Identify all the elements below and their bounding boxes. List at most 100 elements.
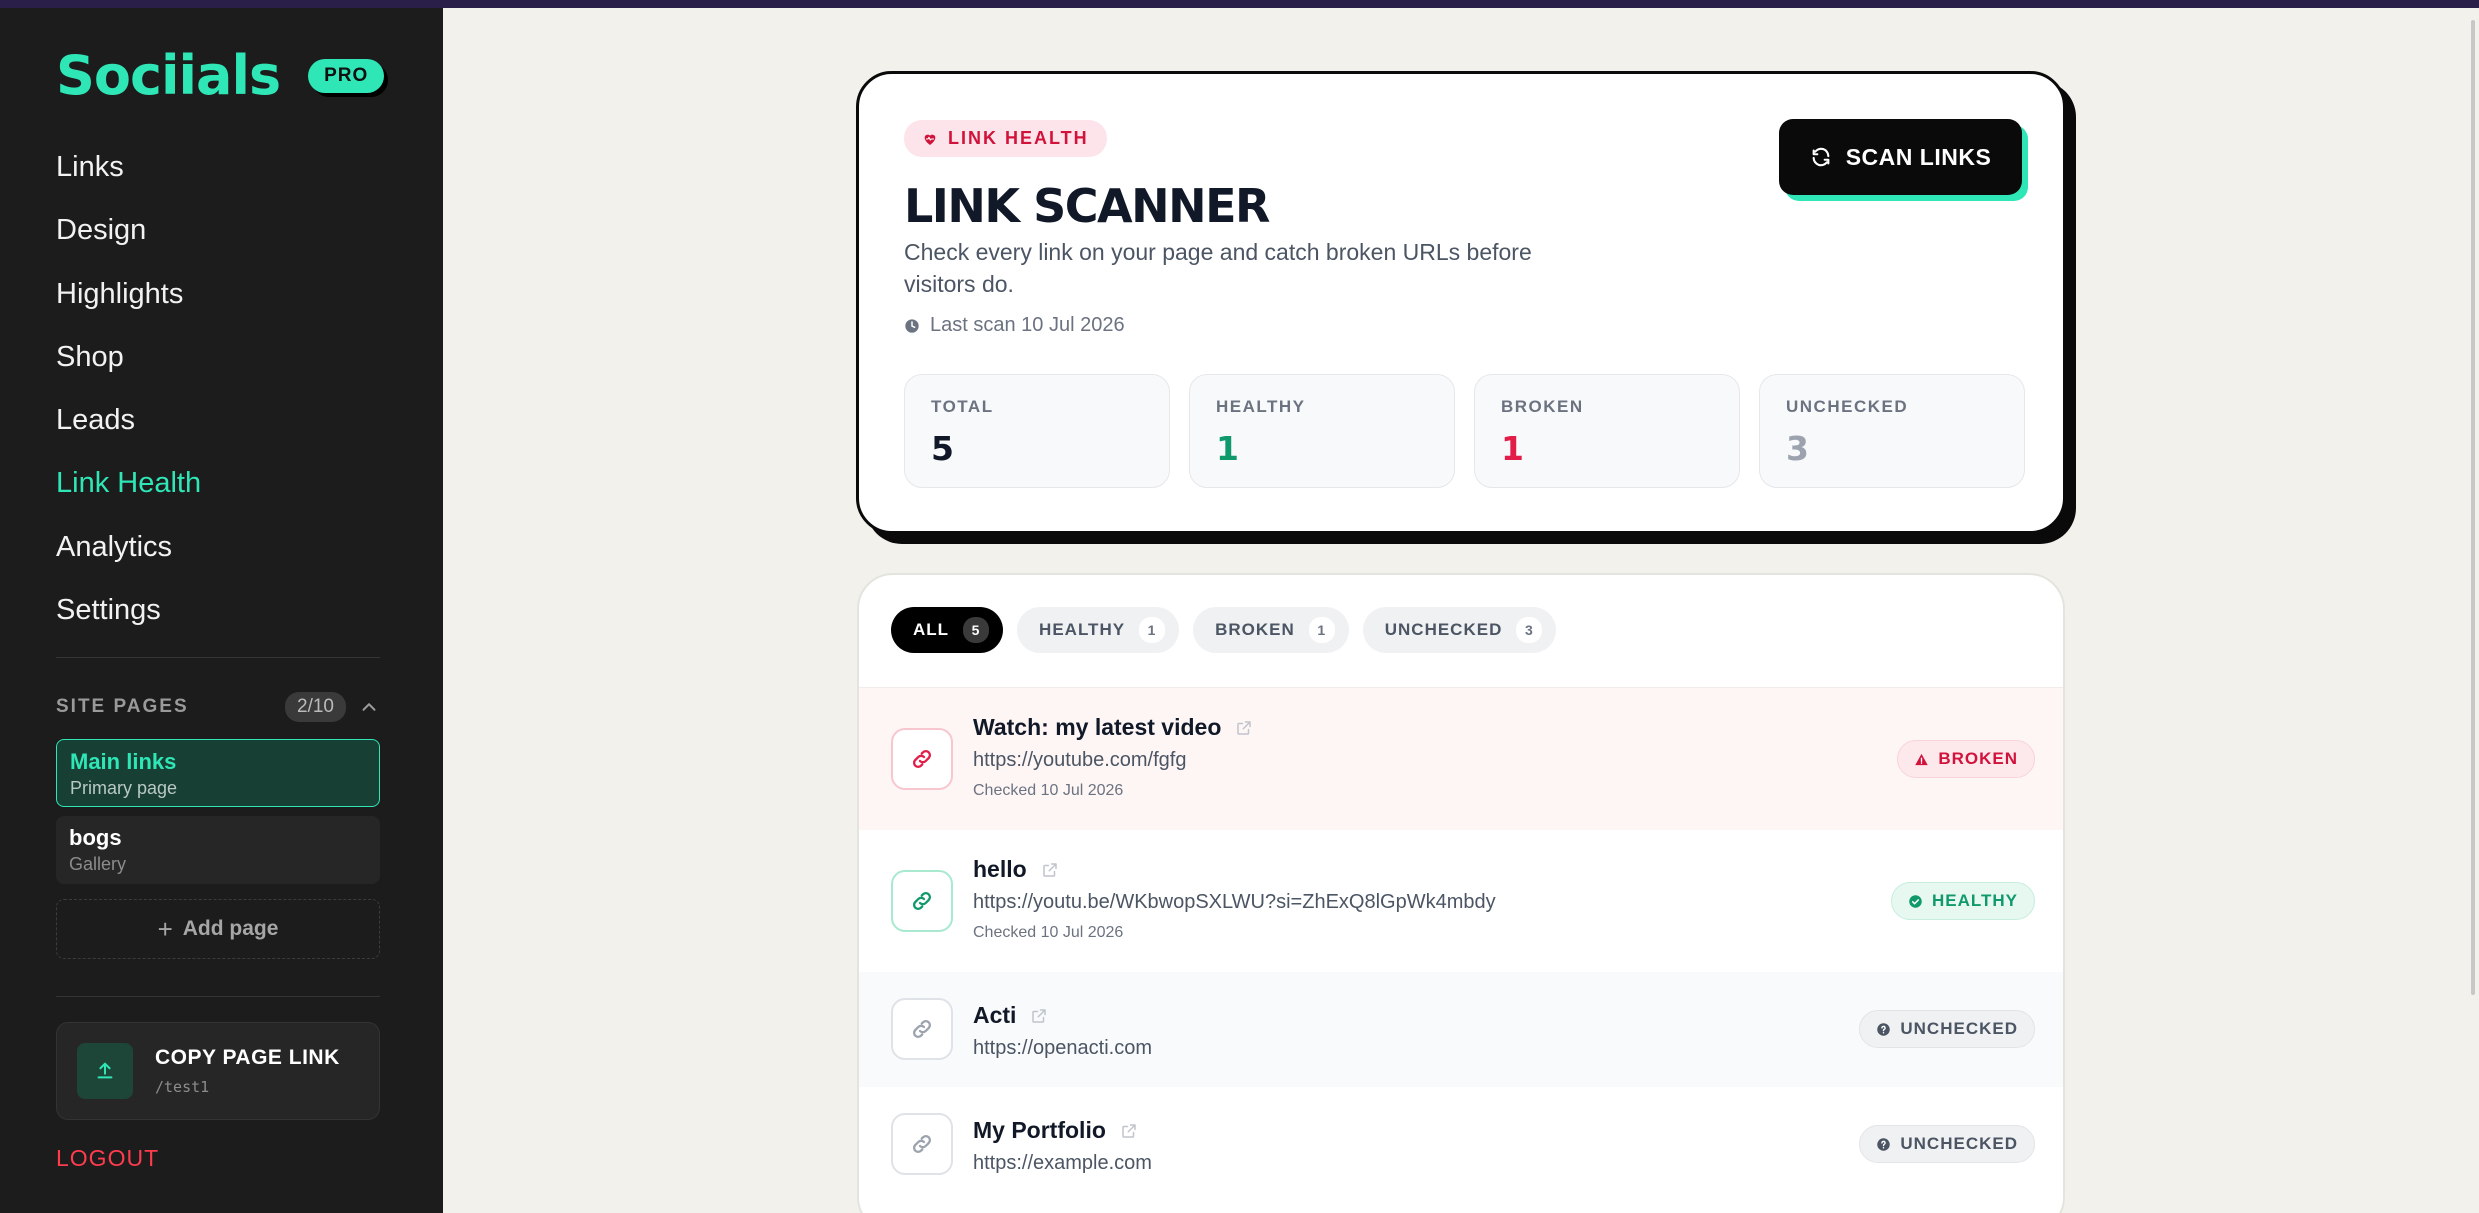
status-badge: UNCHECKED <box>1859 1010 2035 1048</box>
external-link-icon[interactable] <box>1041 861 1059 879</box>
link-name: Watch: my latest video <box>973 714 1222 740</box>
filter-healthy[interactable]: HEALTHY 1 <box>1017 607 1180 653</box>
stat-label: HEALTHY <box>1216 397 1306 416</box>
link-name: hello <box>973 856 1027 882</box>
site-page-subtitle: Primary page <box>70 778 178 798</box>
filter-label: HEALTHY <box>1039 620 1126 639</box>
scan-links-button[interactable]: SCAN LINKS <box>1779 119 2022 195</box>
badge-label: LINK HEALTH <box>948 128 1089 148</box>
chevron-up-icon[interactable] <box>358 696 380 718</box>
stat-label: BROKEN <box>1501 397 1584 416</box>
filter-count: 1 <box>1308 617 1335 643</box>
filter-all[interactable]: ALL 5 <box>891 607 1004 653</box>
refresh-icon <box>1812 147 1830 167</box>
sidebar-divider <box>56 657 380 658</box>
link-name: My Portfolio <box>973 1117 1106 1143</box>
nav-item-settings[interactable]: Settings <box>56 583 201 646</box>
stat-label: UNCHECKED <box>1786 397 1909 416</box>
last-scan: Last scan 10 Jul 2026 <box>904 314 1125 337</box>
site-page-title: bogs <box>69 825 122 850</box>
top-accent-bar <box>0 0 2479 8</box>
heart-pulse-icon <box>924 134 936 145</box>
check-circle-icon <box>1909 894 1922 908</box>
plus-icon: + <box>157 913 173 944</box>
status-badge: BROKEN <box>1897 740 2035 778</box>
site-pages-label: SITE PAGES <box>56 696 189 717</box>
sidebar: Sociials PRO Links Design Highlights Sho… <box>0 8 443 1213</box>
nav-item-design[interactable]: Design <box>56 203 201 266</box>
brand-logo[interactable]: Sociials <box>56 44 281 107</box>
main-nav: Links Design Highlights Shop Leads Link … <box>56 140 201 646</box>
external-link-icon[interactable] <box>1235 719 1253 737</box>
link-row[interactable]: My Portfolio https://example.com UNCHECK… <box>859 1087 2063 1202</box>
link-name: Acti <box>973 1002 1017 1028</box>
stat-broken: BROKEN 1 <box>1474 374 1740 488</box>
copy-page-link-label: COPY PAGE LINK <box>155 1046 340 1069</box>
sidebar-divider <box>56 996 380 997</box>
last-scan-text: Last scan 10 Jul 2026 <box>930 314 1125 336</box>
nav-item-links[interactable]: Links <box>56 140 201 203</box>
nav-item-link-health[interactable]: Link Health <box>56 456 201 519</box>
link-url: https://youtube.com/fgfg <box>973 749 1187 771</box>
page-title: LINK SCANNER <box>904 179 1270 233</box>
logout-link[interactable]: LOGOUT <box>56 1145 159 1172</box>
filter-broken[interactable]: BROKEN 1 <box>1193 607 1349 653</box>
add-page-button[interactable]: + Add page <box>56 899 380 959</box>
link-row[interactable]: Acti https://openacti.com UNCHECKED <box>859 972 2063 1087</box>
stat-value: 5 <box>931 429 954 468</box>
nav-item-leads[interactable]: Leads <box>56 393 201 456</box>
filter-tabs: ALL 5 HEALTHY 1 BROKEN 1 UNCHECKED 3 <box>891 607 1557 653</box>
external-link-icon[interactable] <box>1120 1122 1138 1140</box>
stat-value: 1 <box>1501 429 1524 468</box>
site-page-bogs[interactable]: bogs Gallery <box>56 816 380 884</box>
link-url: https://youtu.be/WKbwopSXLWU?si=ZhExQ8lG… <box>973 891 1496 913</box>
site-page-title: Main links <box>70 749 177 774</box>
stat-total: TOTAL 5 <box>904 374 1170 488</box>
stat-healthy: HEALTHY 1 <box>1189 374 1455 488</box>
scan-links-label: SCAN LINKS <box>1845 143 1992 170</box>
status-label: BROKEN <box>1938 749 2018 768</box>
filter-unchecked[interactable]: UNCHECKED 3 <box>1362 607 1557 653</box>
status-badge: HEALTHY <box>1890 882 2035 920</box>
site-page-subtitle: Gallery <box>69 854 127 874</box>
links-list-card: ALL 5 HEALTHY 1 BROKEN 1 UNCHECKED 3 Wat… <box>857 573 2065 1213</box>
site-pages-header[interactable]: SITE PAGES 2/10 <box>56 692 380 722</box>
link-checked-date: Checked 10 Jul 2026 <box>973 924 1124 941</box>
stat-unchecked: UNCHECKED 3 <box>1759 374 2025 488</box>
brand[interactable]: Sociials PRO <box>56 44 385 107</box>
link-checked-date: Checked 10 Jul 2026 <box>973 782 1124 799</box>
page-path: /test1 <box>155 1078 210 1096</box>
status-label: UNCHECKED <box>1900 1134 2018 1153</box>
add-page-label: Add page <box>182 917 279 940</box>
link-url: https://example.com <box>973 1152 1152 1174</box>
page-scrollbar[interactable] <box>2471 20 2475 995</box>
status-badge: UNCHECKED <box>1859 1125 2035 1163</box>
link-url: https://openacti.com <box>973 1037 1152 1059</box>
filter-count: 3 <box>1516 617 1543 643</box>
clock-icon <box>905 318 919 333</box>
question-circle-icon <box>1877 1137 1891 1151</box>
filter-label: UNCHECKED <box>1384 620 1503 639</box>
status-label: HEALTHY <box>1931 891 2018 910</box>
page-description: Check every link on your page and catch … <box>904 239 1532 297</box>
link-row[interactable]: hello https://youtu.be/WKbwopSXLWU?si=Zh… <box>859 830 2063 972</box>
external-link-icon[interactable] <box>1030 1007 1048 1025</box>
link-icon <box>891 1113 953 1175</box>
nav-item-shop[interactable]: Shop <box>56 330 201 393</box>
site-page-main-links[interactable]: Main links Primary page <box>56 739 380 807</box>
copy-page-link-button[interactable]: COPY PAGE LINK /test1 <box>56 1022 380 1120</box>
link-row[interactable]: Watch: my latest video https://youtube.c… <box>859 687 2063 830</box>
stats-row: TOTAL 5 HEALTHY 1 BROKEN 1 UNCHECKED 3 <box>904 374 2025 488</box>
link-scanner-card: LINK HEALTH LINK SCANNER Check every lin… <box>856 71 2066 534</box>
nav-item-analytics[interactable]: Analytics <box>56 520 201 583</box>
share-upload-icon <box>77 1043 133 1099</box>
link-icon <box>891 998 953 1060</box>
warning-icon <box>1915 753 1929 765</box>
nav-item-highlights[interactable]: Highlights <box>56 267 201 330</box>
question-circle-icon <box>1877 1022 1891 1036</box>
stat-label: TOTAL <box>931 397 994 416</box>
stat-value: 3 <box>1786 429 1809 468</box>
link-icon <box>891 870 953 932</box>
filter-count: 1 <box>1139 617 1166 643</box>
filter-label: ALL <box>913 620 950 639</box>
